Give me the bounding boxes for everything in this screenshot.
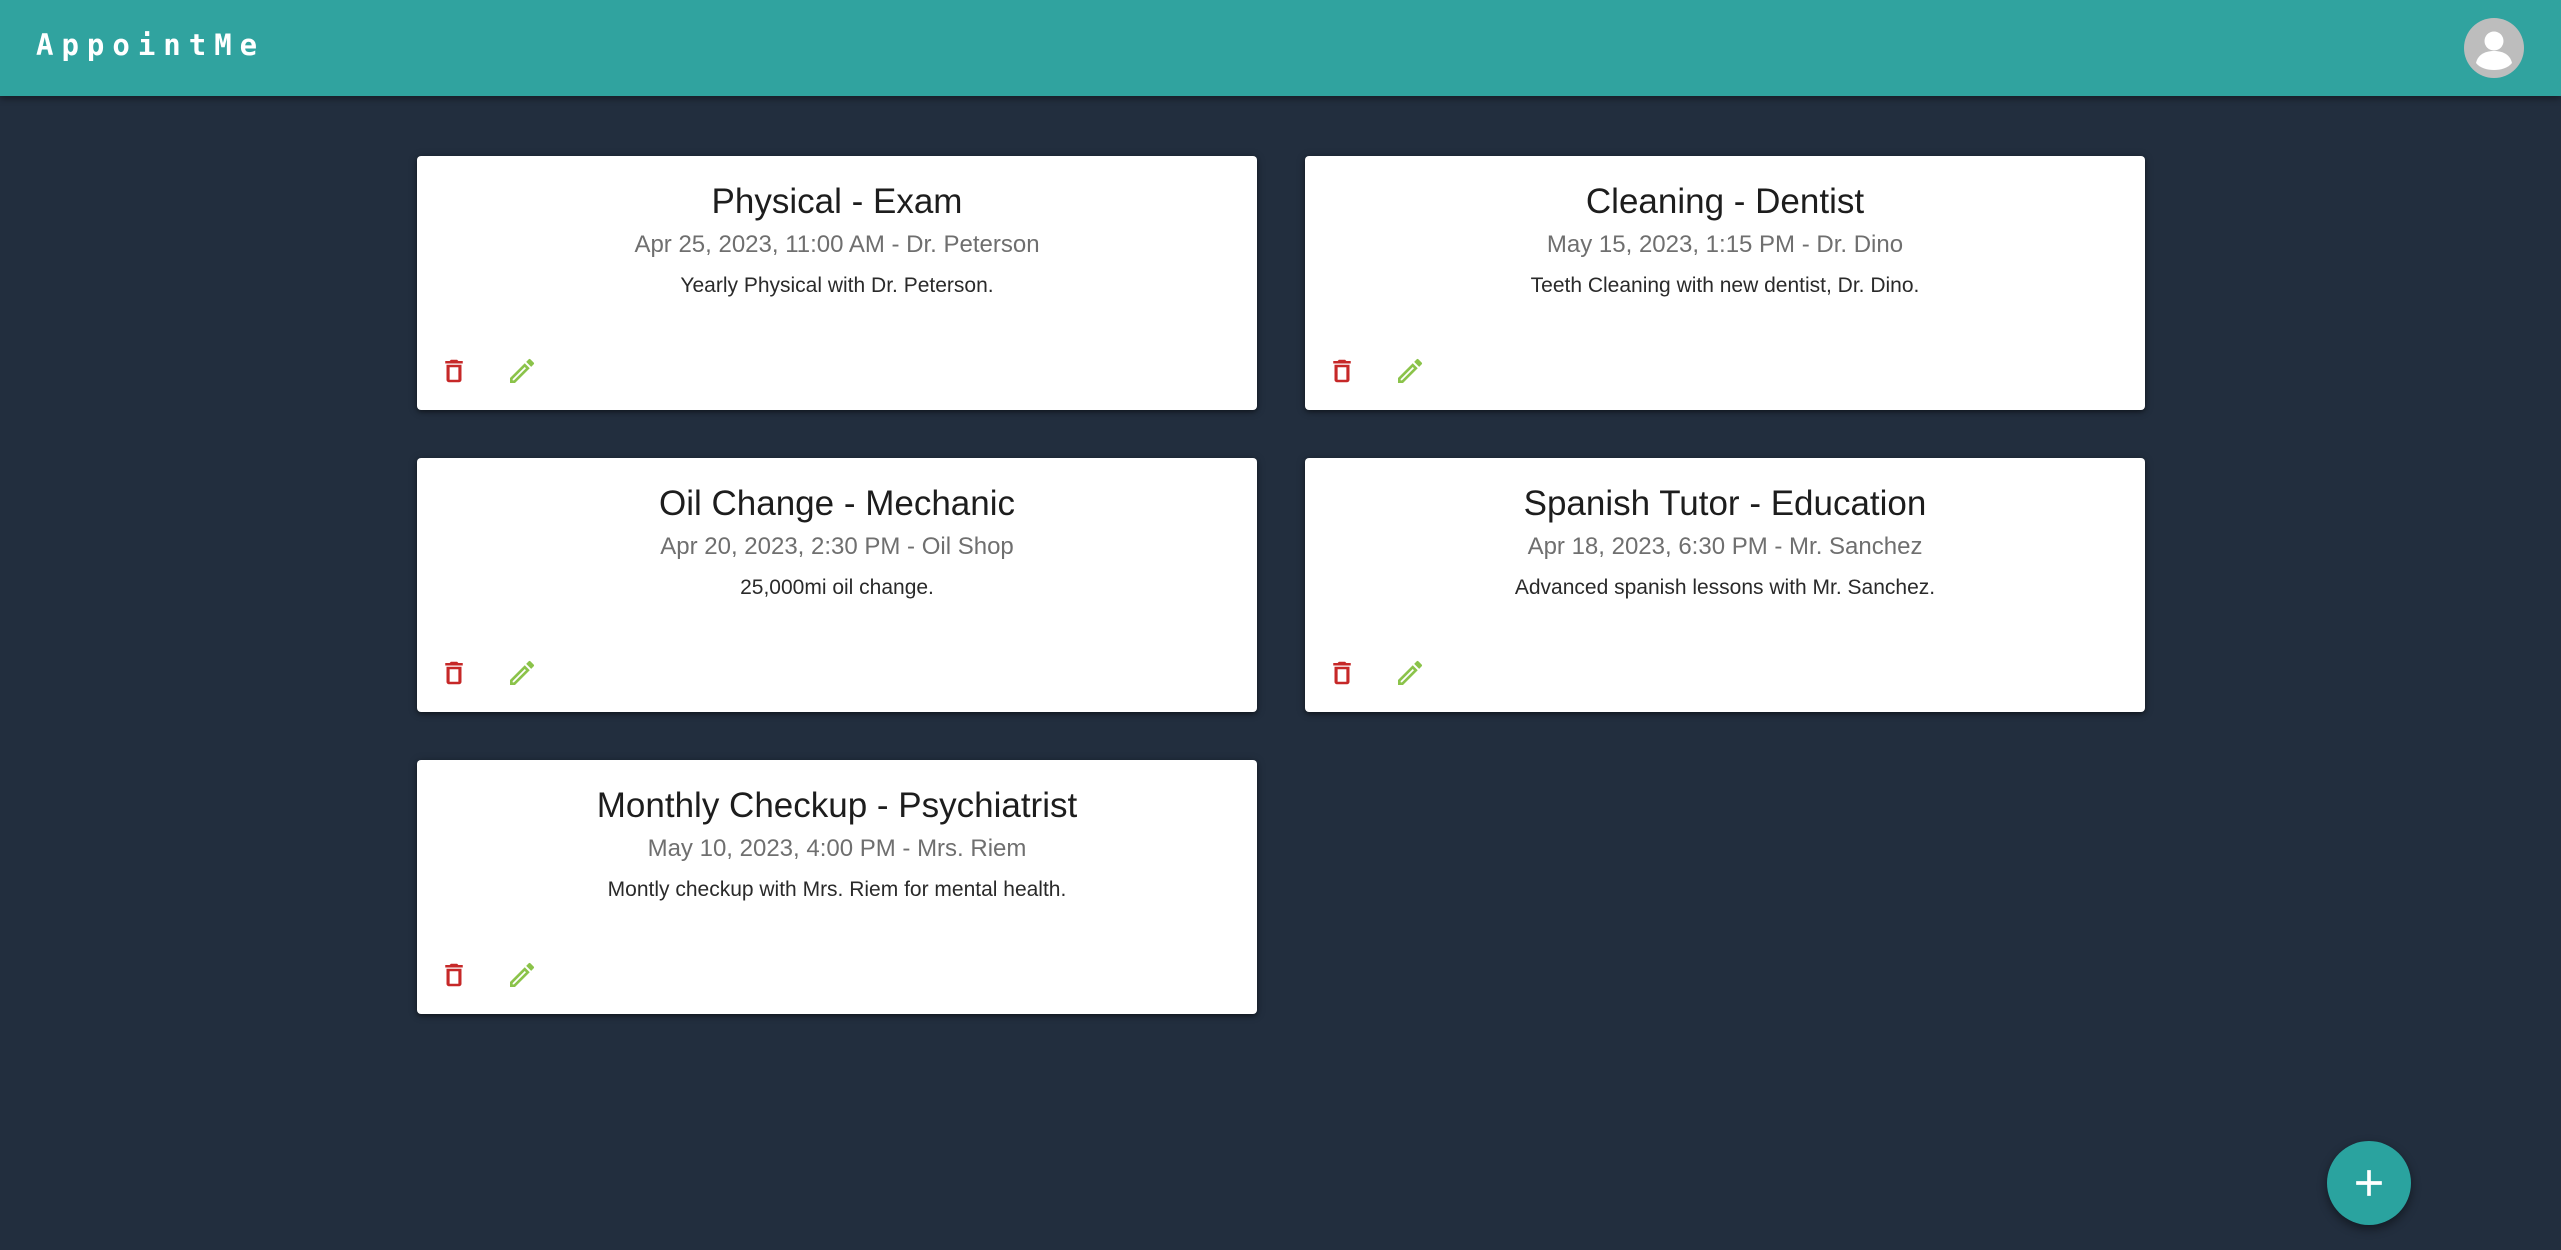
appointment-title: Cleaning - Dentist [1585, 182, 1865, 221]
edit-appointment-button[interactable] [495, 646, 549, 700]
pencil-icon [510, 962, 535, 987]
appointment-description: Advanced spanish lessons with Mr. Sanche… [1514, 576, 1936, 599]
appointment-title: Physical - Exam [711, 182, 963, 221]
pencil-icon [510, 660, 535, 685]
delete-appointment-button[interactable] [427, 948, 481, 1002]
account-circle-icon [2476, 31, 2512, 70]
trash-icon [445, 359, 463, 383]
appointment-datetime-provider: May 15, 2023, 1:15 PM - Dr. Dino [1546, 231, 1904, 258]
delete-appointment-button[interactable] [1315, 344, 1369, 398]
delete-appointment-button[interactable] [427, 646, 481, 700]
appointment-datetime-provider: May 10, 2023, 4:00 PM - Mrs. Riem [647, 835, 1027, 862]
trash-icon [1333, 661, 1351, 685]
delete-appointment-button[interactable] [427, 344, 481, 398]
appointment-description: Yearly Physical with Dr. Peterson. [680, 274, 994, 297]
edit-appointment-button[interactable] [1383, 646, 1437, 700]
add-appointment-button[interactable] [2327, 1141, 2411, 1225]
appointment-datetime-provider: Apr 18, 2023, 6:30 PM - Mr. Sanchez [1527, 533, 1923, 560]
appointment-description: Teeth Cleaning with new dentist, Dr. Din… [1530, 274, 1920, 297]
app-bar: AppointMe [0, 0, 2561, 96]
appointment-card: Oil Change - Mechanic Apr 20, 2023, 2:30… [417, 458, 1257, 712]
trash-icon [445, 661, 463, 685]
appointment-card: Physical - Exam Apr 25, 2023, 11:00 AM -… [417, 156, 1257, 410]
appointment-datetime-provider: Apr 20, 2023, 2:30 PM - Oil Shop [660, 533, 1014, 560]
plus-icon [2356, 1170, 2382, 1196]
app-title: AppointMe [36, 28, 266, 62]
trash-icon [445, 963, 463, 987]
account-avatar-button[interactable] [2464, 18, 2524, 78]
appointment-datetime-provider: Apr 25, 2023, 11:00 AM - Dr. Peterson [634, 231, 1040, 258]
appointment-description: Montly checkup with Mrs. Riem for mental… [607, 878, 1067, 901]
pencil-icon [1398, 358, 1423, 383]
appointment-description: 25,000mi oil change. [740, 576, 934, 599]
edit-appointment-button[interactable] [1383, 344, 1437, 398]
delete-appointment-button[interactable] [1315, 646, 1369, 700]
appointment-card: Cleaning - Dentist May 15, 2023, 1:15 PM… [1305, 156, 2145, 410]
appointment-title: Monthly Checkup - Psychiatrist [596, 786, 1078, 825]
edit-appointment-button[interactable] [495, 948, 549, 1002]
appointment-title: Oil Change - Mechanic [659, 484, 1015, 523]
appointment-title: Spanish Tutor - Education [1523, 484, 1927, 523]
pencil-icon [510, 358, 535, 383]
appointment-card: Monthly Checkup - Psychiatrist May 10, 2… [417, 760, 1257, 1014]
pencil-icon [1398, 660, 1423, 685]
edit-appointment-button[interactable] [495, 344, 549, 398]
trash-icon [1333, 359, 1351, 383]
appointment-card: Spanish Tutor - Education Apr 18, 2023, … [1305, 458, 2145, 712]
